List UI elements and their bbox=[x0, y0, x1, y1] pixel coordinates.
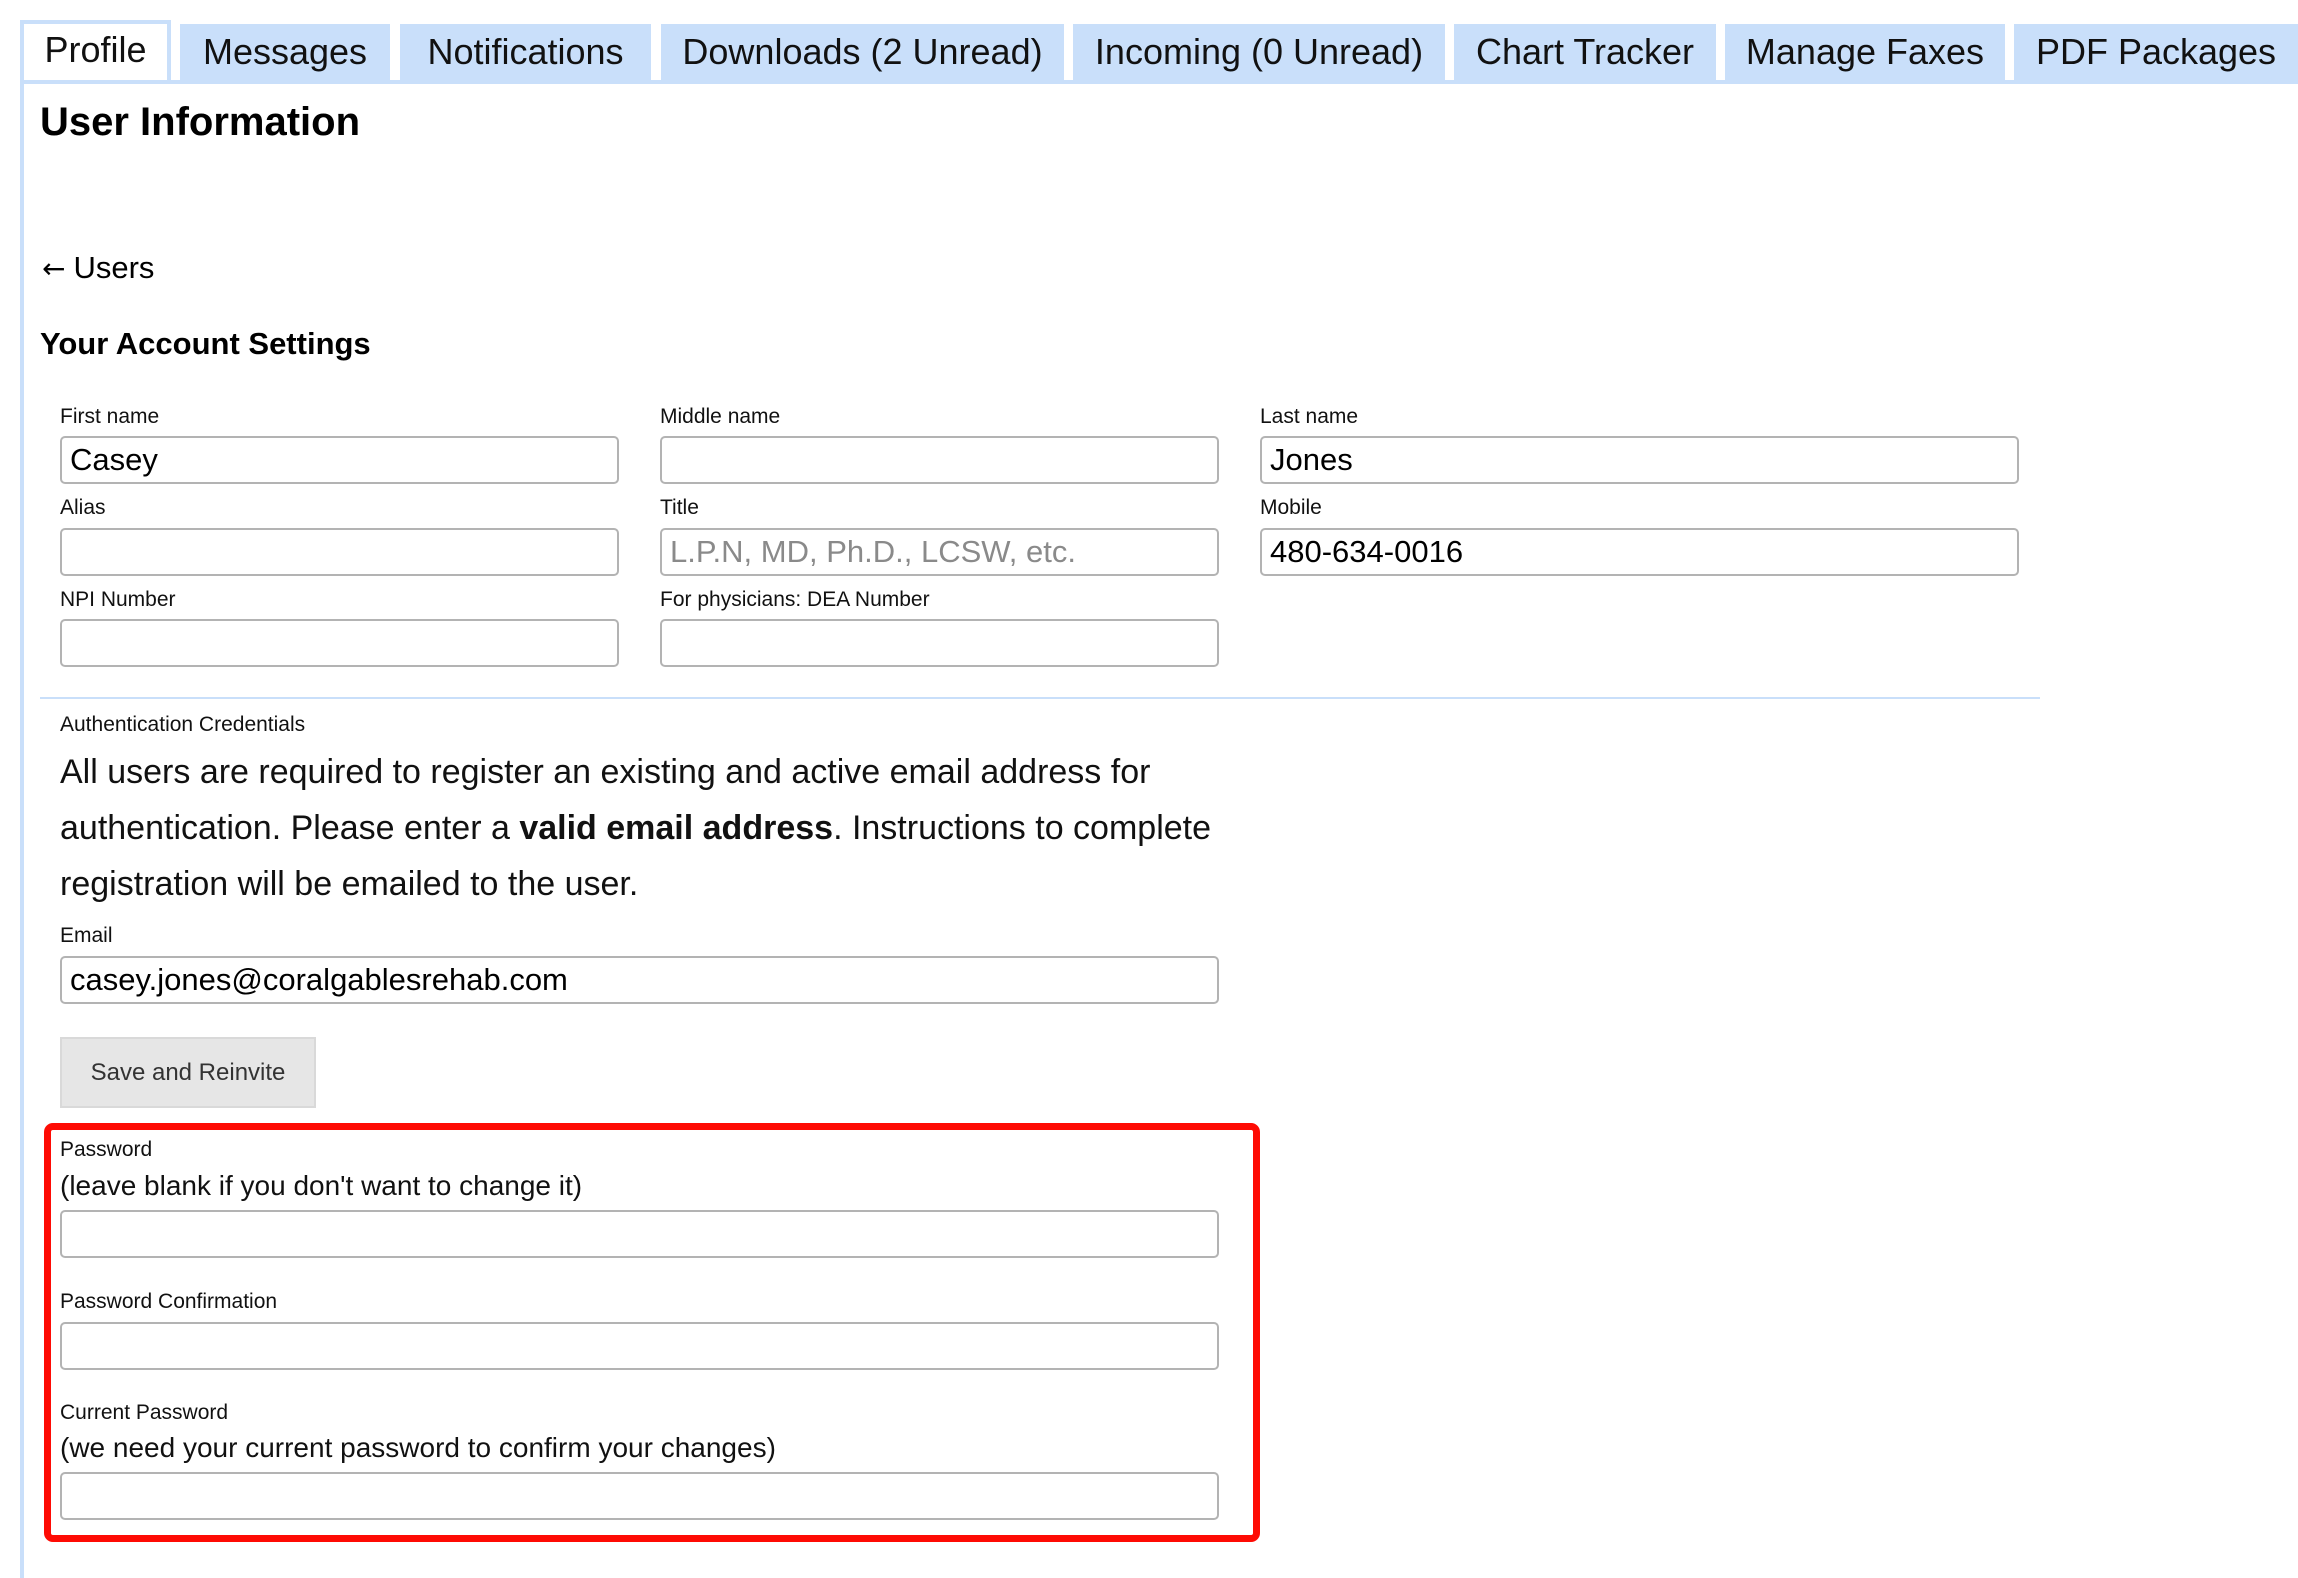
password-confirmation-input[interactable] bbox=[60, 1322, 1219, 1370]
password-label: Password bbox=[60, 1138, 153, 1161]
mobile-label: Mobile bbox=[1260, 496, 1322, 519]
tab-messages[interactable]: Messages bbox=[180, 24, 390, 80]
title-input[interactable] bbox=[660, 528, 1219, 576]
tab-bar: Profile Messages Notifications Downloads… bbox=[0, 20, 2298, 80]
last-name-label: Last name bbox=[1260, 405, 1359, 428]
auth-instructions: All users are required to register an ex… bbox=[60, 744, 1240, 912]
password-confirmation-label: Password Confirmation bbox=[60, 1290, 278, 1313]
arrow-left-icon: ← bbox=[42, 252, 66, 285]
first-name-input[interactable] bbox=[60, 436, 619, 484]
tab-downloads[interactable]: Downloads (2 Unread) bbox=[661, 24, 1064, 80]
section-title: Your Account Settings bbox=[40, 326, 371, 361]
first-name-label: First name bbox=[60, 405, 160, 428]
alias-label: Alias bbox=[60, 496, 106, 519]
tab-chart-tracker[interactable]: Chart Tracker bbox=[1454, 24, 1716, 80]
middle-name-input[interactable] bbox=[660, 436, 1219, 484]
back-link-label: Users bbox=[73, 250, 155, 285]
password-hint: (leave blank if you don't want to change… bbox=[60, 1170, 583, 1201]
middle-name-label: Middle name bbox=[660, 405, 781, 428]
email-input[interactable] bbox=[60, 956, 1219, 1004]
tab-notifications[interactable]: Notifications bbox=[400, 24, 651, 80]
mobile-input[interactable] bbox=[1260, 528, 2019, 576]
current-password-label: Current Password bbox=[60, 1401, 229, 1424]
email-label: Email bbox=[60, 924, 113, 947]
save-and-reinvite-button[interactable]: Save and Reinvite bbox=[60, 1037, 316, 1108]
tab-manage-faxes[interactable]: Manage Faxes bbox=[1725, 24, 2005, 80]
current-password-hint: (we need your current password to confir… bbox=[60, 1432, 776, 1463]
auth-credentials-heading: Authentication Credentials bbox=[60, 713, 306, 736]
back-to-users-link[interactable]: ← Users bbox=[42, 250, 154, 286]
npi-label: NPI Number bbox=[60, 588, 176, 611]
last-name-input[interactable] bbox=[1260, 436, 2019, 484]
dea-label: For physicians: DEA Number bbox=[660, 588, 930, 611]
tab-panel-border bbox=[20, 80, 2298, 84]
dea-input[interactable] bbox=[660, 619, 1219, 667]
current-password-input[interactable] bbox=[60, 1472, 1219, 1520]
password-input[interactable] bbox=[60, 1210, 1219, 1258]
alias-input[interactable] bbox=[60, 528, 619, 576]
panel-left-border bbox=[20, 80, 24, 1578]
tab-pdf-packages[interactable]: PDF Packages bbox=[2014, 24, 2298, 80]
tab-profile[interactable]: Profile bbox=[20, 20, 171, 80]
title-label: Title bbox=[660, 496, 699, 519]
tab-incoming[interactable]: Incoming (0 Unread) bbox=[1073, 24, 1445, 80]
section-divider bbox=[40, 697, 2040, 699]
npi-input[interactable] bbox=[60, 619, 619, 667]
auth-instructions-emphasis: valid email address bbox=[519, 809, 834, 847]
page-title: User Information bbox=[40, 100, 361, 144]
